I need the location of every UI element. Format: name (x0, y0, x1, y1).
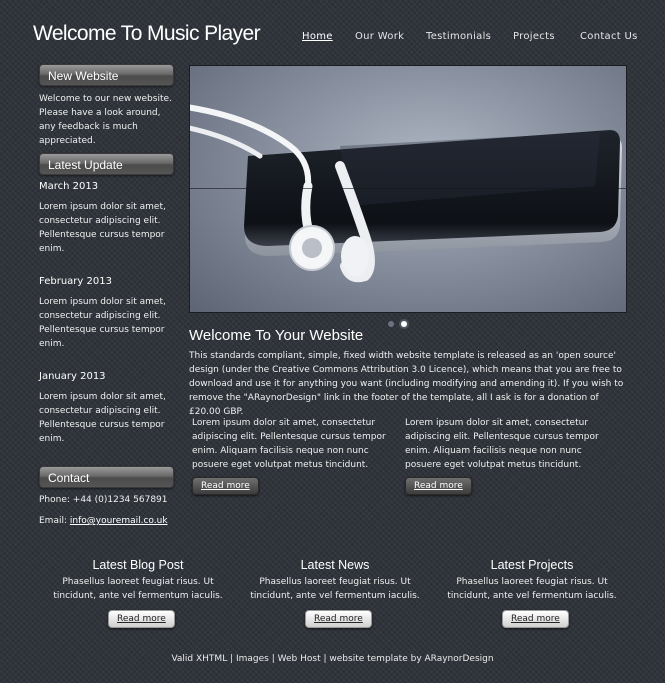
footer-link-images[interactable]: Images (236, 654, 269, 664)
content-column-text: Lorem ipsum dolor sit amet, consectetur … (405, 418, 599, 470)
footer-col-title: Latest News (300, 558, 370, 572)
read-more-button[interactable]: Read more (108, 610, 175, 628)
nav-projects[interactable]: Projects (513, 31, 555, 42)
nav-home[interactable]: Home (302, 31, 333, 42)
nav-our-work[interactable]: Our Work (355, 31, 404, 42)
read-more-button[interactable]: Read more (192, 477, 259, 495)
contact-email-link[interactable]: info@youremail.co.uk (70, 516, 168, 526)
footer-col-text: Phasellus laoreet feugiat risus. Ut tinc… (250, 577, 420, 601)
footer-col-projects: Latest Projects Phasellus laoreet feugia… (442, 558, 622, 603)
footer-col-text: Phasellus laoreet feugiat risus. Ut tinc… (447, 577, 617, 601)
update-text: Lorem ipsum dolor sit amet, consectetur … (39, 392, 166, 444)
footer-separator: | (227, 654, 236, 664)
footer-col-blog: Latest Blog Post Phasellus laoreet feugi… (48, 558, 228, 603)
read-more-button[interactable]: Read more (305, 610, 372, 628)
read-more-button[interactable]: Read more (405, 477, 472, 495)
site-footer: Valid XHTML | Images | Web Host | websit… (0, 654, 665, 664)
footer-col-text: Phasellus laoreet feugiat risus. Ut tinc… (53, 577, 223, 601)
nav-contact-us[interactable]: Contact Us (580, 31, 638, 42)
sidebar-heading-new-website: New Website (39, 64, 174, 86)
earphones-phone-illustration (190, 104, 622, 283)
contact-email-label: Email: (39, 516, 70, 526)
banner-divider-line (190, 188, 626, 189)
slide-dot-active[interactable] (401, 321, 407, 327)
slide-dot[interactable] (388, 321, 394, 327)
update-date: March 2013 (39, 181, 99, 192)
footer-separator: | (268, 654, 278, 664)
sidebar-heading-contact: Contact (39, 466, 174, 488)
main-title: Welcome To Your Website (189, 327, 364, 344)
read-more-button[interactable]: Read more (502, 610, 569, 628)
footer-col-title: Latest Projects (490, 558, 574, 572)
update-date: January 2013 (39, 371, 106, 382)
contact-phone: Phone: +44 (0)1234 567891 (39, 495, 168, 505)
footer-col-title: Latest Blog Post (92, 558, 184, 572)
footer-col-news: Latest News Phasellus laoreet feugiat ri… (245, 558, 425, 603)
sidebar-heading-latest-update: Latest Update (39, 153, 174, 175)
footer-link-valid-xhtml[interactable]: Valid XHTML (171, 654, 227, 664)
update-text: Lorem ipsum dolor sit amet, consectetur … (39, 297, 166, 349)
footer-link-web-host[interactable]: Web Host (278, 654, 321, 664)
nav-testimonials[interactable]: Testimonials (426, 31, 491, 42)
sidebar-new-website-text: Welcome to our new website. Please have … (39, 94, 172, 146)
main-nav: Home Our Work Testimonials Projects Cont… (0, 31, 665, 45)
banner-image (189, 65, 627, 313)
update-date: February 2013 (39, 276, 112, 287)
intro-paragraph: This standards compliant, simple, fixed … (189, 351, 624, 417)
content-column-text: Lorem ipsum dolor sit amet, consectetur … (192, 418, 386, 470)
footer-credit-link[interactable]: website template by ARaynorDesign (329, 654, 493, 664)
contact-email-line: Email: info@youremail.co.uk (39, 514, 179, 528)
update-text: Lorem ipsum dolor sit amet, consectetur … (39, 202, 166, 254)
